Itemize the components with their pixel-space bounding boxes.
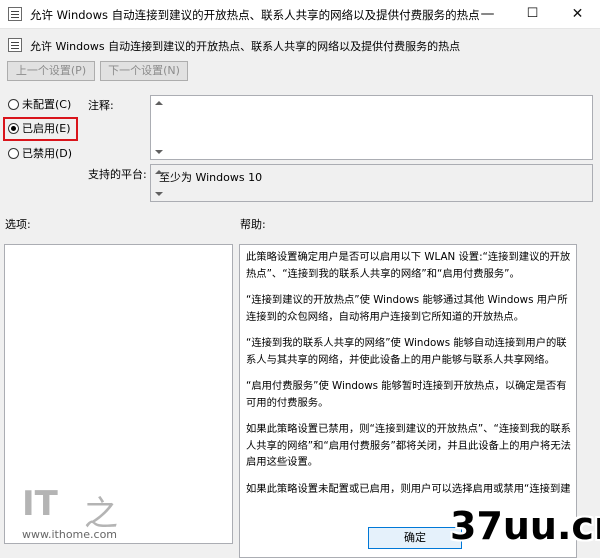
help-paragraph: 如果此策略设置未配置或已启用，则用户可以选择启用或禁用“连接到建 bbox=[246, 482, 571, 495]
radio-disabled[interactable]: 已禁用(D) bbox=[8, 146, 72, 162]
supported-on-value: 至少为 Windows 10 bbox=[159, 171, 263, 184]
options-label: 选项: bbox=[5, 218, 31, 231]
supported-on-label: 支持的平台: bbox=[88, 168, 147, 181]
ithome-watermark: IT 之 www.ithome.com bbox=[22, 480, 120, 550]
comment-field[interactable] bbox=[150, 95, 593, 160]
policy-icon bbox=[8, 7, 22, 21]
ithome-logo-text: IT bbox=[22, 484, 58, 524]
highlight-box bbox=[3, 117, 78, 141]
title-bar: 允许 Windows 自动连接到建议的开放热点、联系人共享的网络以及提供付费服务… bbox=[0, 0, 600, 29]
help-paragraph: “连接到我的联系人共享的网络”使 Windows 能够自动连接到用户的联系人与其… bbox=[246, 337, 567, 366]
radio-not-configured[interactable]: 未配置(C) bbox=[8, 97, 71, 113]
next-setting-button[interactable]: 下一个设置(N) bbox=[100, 61, 188, 81]
setting-title: 允许 Windows 自动连接到建议的开放热点、联系人共享的网络以及提供付费服务… bbox=[30, 40, 461, 53]
scroll-down-icon[interactable] bbox=[155, 192, 163, 196]
radio-label: 未配置(C) bbox=[22, 98, 72, 111]
scroll-up-icon[interactable] bbox=[155, 101, 163, 105]
window-title: 允许 Windows 自动连接到建议的开放热点、联系人共享的网络以及提供付费服务… bbox=[30, 8, 480, 22]
maximize-button[interactable]: ☐ bbox=[510, 0, 555, 28]
supported-on-field: 至少为 Windows 10 bbox=[150, 164, 593, 202]
help-text: 此策略设置确定用户是否可以启用以下 WLAN 设置:“连接到建议的开放热点”、“… bbox=[246, 249, 572, 507]
scroll-up-icon[interactable] bbox=[155, 170, 163, 174]
help-paragraph: “连接到建议的开放热点”使 Windows 能够通过其他 Windows 用户所… bbox=[246, 294, 568, 323]
setting-icon bbox=[8, 38, 22, 52]
close-button[interactable]: ✕ bbox=[555, 0, 600, 28]
radio-label: 已禁用(D) bbox=[22, 147, 73, 160]
radio-circle[interactable] bbox=[8, 99, 19, 110]
radio-circle[interactable] bbox=[8, 148, 19, 159]
ok-button[interactable]: 确定 bbox=[368, 527, 462, 549]
previous-setting-button[interactable]: 上一个设置(P) bbox=[7, 61, 95, 81]
help-paragraph: 如果此策略设置已禁用，则“连接到建议的开放热点”、“连接到我的联系人共享的网络”… bbox=[246, 423, 571, 468]
help-paragraph: 此策略设置确定用户是否可以启用以下 WLAN 设置:“连接到建议的开放热点”、“… bbox=[246, 251, 571, 280]
site-watermark: 37uu.cn bbox=[450, 504, 600, 548]
ithome-url: www.ithome.com bbox=[22, 528, 118, 541]
scroll-down-icon[interactable] bbox=[155, 150, 163, 154]
help-paragraph: “启用付费服务”使 Windows 能够暂时连接到开放热点，以确定是否有可用的付… bbox=[246, 380, 567, 409]
minimize-button[interactable]: — bbox=[465, 0, 510, 28]
help-label: 帮助: bbox=[240, 218, 266, 231]
comment-label: 注释: bbox=[88, 99, 114, 112]
